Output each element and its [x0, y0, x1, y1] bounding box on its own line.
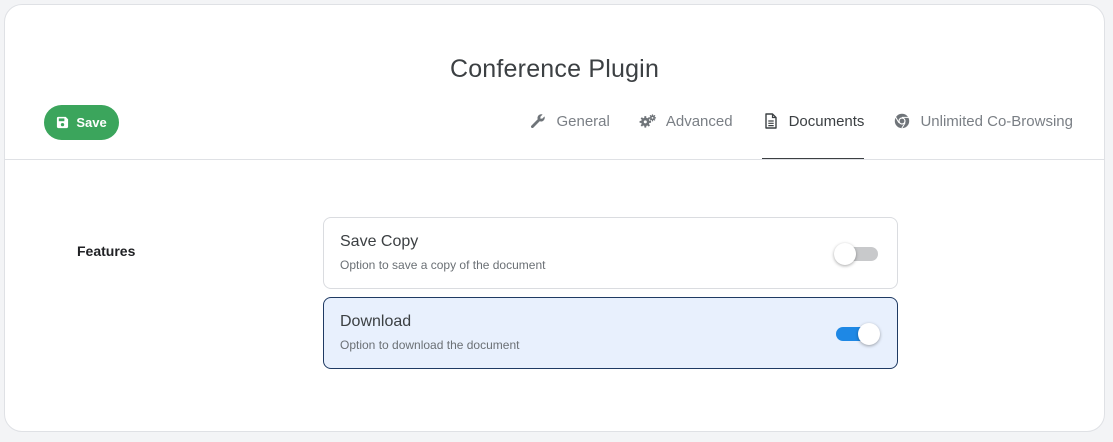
download-toggle-knob [858, 323, 880, 345]
download-title: Download [340, 313, 412, 330]
tab-documents[interactable]: Documents [761, 105, 865, 159]
document-icon [762, 112, 780, 130]
download-toggle[interactable] [836, 323, 880, 345]
save-copy-title: Save Copy [340, 233, 419, 250]
tab-advanced[interactable]: Advanced [639, 105, 733, 159]
tab-general[interactable]: General [529, 105, 610, 159]
save-copy-toggle[interactable] [834, 243, 878, 265]
gears-icon [639, 112, 657, 130]
save-copy-toggle-knob [834, 243, 856, 265]
floppy-disk-icon [56, 116, 69, 129]
download-option[interactable]: Download Option to download the document [323, 297, 898, 369]
page-title: Conference Plugin [449, 55, 660, 83]
tab-unlimited-co-browsing-label: Unlimited Co-Browsing [920, 113, 1073, 130]
tab-general-label: General [556, 113, 610, 130]
download-description: Option to download the document [340, 338, 520, 352]
save-button[interactable]: Save [44, 105, 119, 140]
tab-unlimited-co-browsing[interactable]: Unlimited Co-Browsing [893, 105, 1073, 159]
tab-documents-label: Documents [788, 113, 865, 130]
features-section-label: Features [77, 243, 136, 259]
tab-advanced-label: Advanced [665, 113, 733, 130]
chrome-icon [893, 112, 911, 130]
save-button-label: Save [76, 115, 107, 130]
plugin-settings-card: Conference Plugin Save General Advanced … [4, 4, 1105, 432]
header-divider [5, 159, 1104, 160]
save-copy-description: Option to save a copy of the document [340, 258, 546, 272]
wrench-icon [529, 112, 547, 130]
save-copy-option[interactable]: Save Copy Option to save a copy of the d… [323, 217, 898, 289]
settings-tabs: General Advanced Documents Unlimited Co-… [529, 105, 1073, 159]
